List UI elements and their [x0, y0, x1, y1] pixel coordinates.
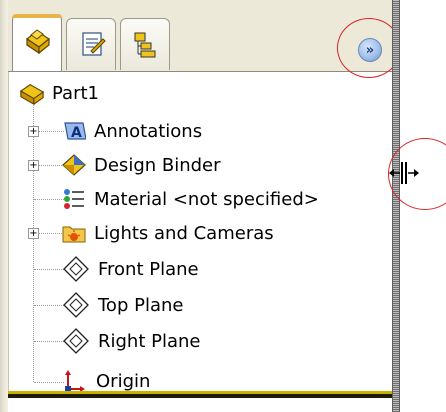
material-icon — [64, 189, 84, 209]
tree-item-label: Lights and Cameras — [94, 222, 274, 244]
tree-connector-branch — [34, 269, 64, 270]
tree-item-annotations[interactable]: A Annotations — [62, 114, 202, 148]
tree-item-label: Front Plane — [98, 258, 199, 280]
tab-configuration-manager[interactable] — [120, 18, 170, 70]
tree-item-label: Design Binder — [94, 154, 221, 176]
panel-splitter[interactable] — [392, 0, 400, 412]
tree-connector-branch — [34, 341, 64, 342]
tree-item-label: Top Plane — [98, 294, 184, 316]
tree-item-label: Part1 — [52, 82, 99, 104]
expand-toggle-design-binder[interactable]: + — [28, 160, 39, 171]
tree-connector-branch — [34, 199, 64, 200]
panel-bottom-area — [8, 398, 392, 412]
tab-feature-manager[interactable] — [12, 14, 62, 72]
lights-cameras-icon — [62, 226, 86, 243]
design-binder-icon — [62, 154, 86, 176]
tab-property-manager[interactable] — [66, 18, 116, 70]
feature-tree: Part1 + A Annotations + Design Binder Ma… — [8, 72, 392, 394]
tree-connector-branch — [34, 382, 64, 383]
tree-item-label: Annotations — [94, 120, 203, 142]
tree-item-part1[interactable]: Part1 — [18, 76, 99, 110]
origin-icon — [65, 370, 85, 392]
plane-icon — [63, 292, 89, 318]
tree-item-label: Material <not specified> — [94, 188, 319, 210]
tree-item-lights-cameras[interactable]: Lights and Cameras — [62, 216, 274, 250]
configuration-manager-icon — [134, 32, 156, 58]
property-manager-icon — [82, 32, 106, 56]
tree-item-design-binder[interactable]: Design Binder — [62, 148, 221, 182]
feature-manager-icon — [25, 29, 51, 55]
expand-toggle-lights-cameras[interactable]: + — [28, 228, 39, 239]
expand-toggle-annotations[interactable]: + — [28, 126, 39, 137]
feature-manager-panel: » Part1 + A Annotations + Design Binder … — [0, 0, 446, 412]
tree-item-label: Origin — [96, 370, 151, 392]
svg-text:A: A — [71, 125, 82, 141]
annotations-icon: A — [64, 122, 86, 141]
tree-item-right-plane[interactable]: Right Plane — [62, 324, 201, 358]
part-icon — [19, 83, 45, 106]
tree-item-material[interactable]: Material <not specified> — [62, 182, 319, 216]
plane-icon — [63, 256, 89, 282]
tree-connector-branch — [34, 305, 64, 306]
tree-item-front-plane[interactable]: Front Plane — [62, 252, 199, 286]
tree-item-top-plane[interactable]: Top Plane — [62, 288, 183, 322]
tree-item-label: Right Plane — [98, 330, 201, 352]
plane-icon — [63, 328, 89, 354]
